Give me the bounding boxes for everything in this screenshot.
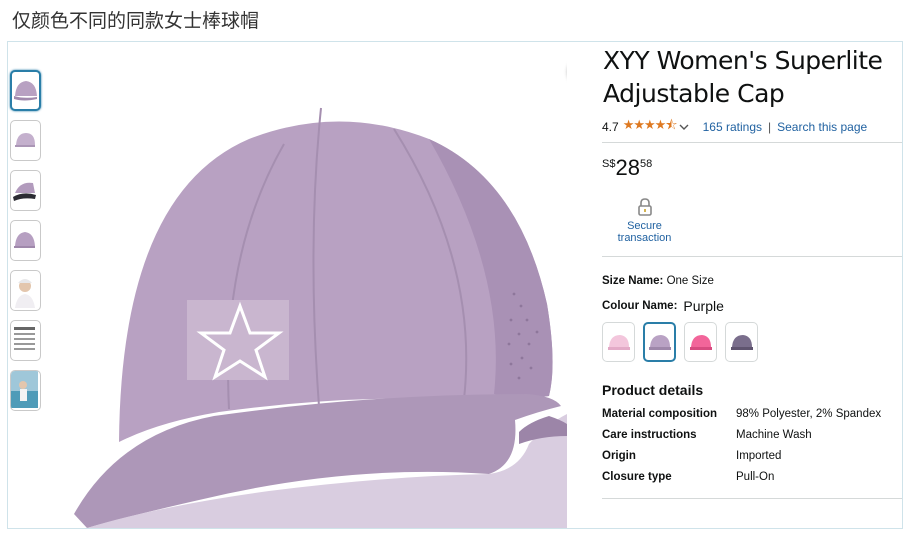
secure-transaction[interactable]: Secure transaction: [602, 197, 687, 244]
star-rating[interactable]: ★★★★⯪: [623, 116, 678, 138]
rating-row: 4.7 ★★★★⯪ 165 ratings | Search this page: [602, 116, 902, 138]
product-details-table: Material composition 98% Polyester, 2% S…: [602, 408, 881, 492]
divider: [602, 256, 902, 257]
detail-row: Origin Imported: [602, 450, 881, 471]
swatch-purple[interactable]: [643, 322, 676, 362]
size-label: Size Name:: [602, 275, 664, 287]
search-page-link[interactable]: Search this page: [777, 120, 867, 134]
detail-value: 98% Polyester, 2% Spandex: [736, 408, 882, 420]
thumbnail-cap-side[interactable]: [10, 120, 41, 161]
price-cents: 58: [639, 158, 653, 170]
colour-swatches: [602, 322, 902, 362]
price: S$ 28 58: [602, 155, 902, 181]
product-info: XYY Women's Superlite Adjustable Cap 4.7…: [602, 42, 902, 499]
chevron-down-icon[interactable]: [679, 123, 689, 131]
colour-row: Colour Name: Purple: [602, 298, 902, 314]
thumbnail-cap-front[interactable]: [10, 70, 41, 111]
secure-label-line-1: Secure: [627, 220, 662, 232]
main-product-image[interactable]: [49, 44, 567, 528]
size-row: Size Name: One Size: [602, 275, 902, 287]
thumbnail-cap-back[interactable]: [10, 220, 41, 261]
swatch-hot-pink[interactable]: [684, 322, 717, 362]
product-details-heading: Product details: [602, 382, 704, 398]
swatch-light-pink[interactable]: [602, 322, 635, 362]
rating-value: 4.7: [602, 120, 619, 134]
thumbnail-lifestyle[interactable]: [10, 370, 41, 411]
colour-label: Colour Name:: [602, 300, 678, 312]
product-panel: XYY Women's Superlite Adjustable Cap 4.7…: [7, 41, 903, 529]
detail-row: Material composition 98% Polyester, 2% S…: [602, 408, 881, 429]
lock-icon: [637, 198, 652, 216]
ratings-count-link[interactable]: 165 ratings: [703, 120, 762, 134]
product-title: XYY Women's Superlite Adjustable Cap: [603, 44, 902, 110]
detail-row: Closure type Pull-On: [602, 471, 881, 492]
detail-key: Material composition: [602, 408, 718, 420]
detail-row: Care instructions Machine Wash: [602, 429, 881, 450]
detail-value: Machine Wash: [736, 429, 812, 441]
swatch-dark-purple[interactable]: [725, 322, 758, 362]
size-value: One Size: [666, 275, 714, 287]
product-title-line-1: XYY Women's Superlite: [603, 46, 883, 75]
secure-label-line-2: transaction: [617, 232, 672, 244]
divider: [602, 498, 902, 499]
thumbnail-cap-underside[interactable]: [10, 170, 41, 211]
detail-value: Pull-On: [736, 471, 775, 483]
detail-key: Care instructions: [602, 429, 697, 441]
detail-key: Closure type: [602, 471, 672, 483]
price-whole: 28: [615, 155, 640, 180]
detail-value: Imported: [736, 450, 782, 462]
price-currency: S$: [602, 158, 616, 170]
thumbnail-list: [10, 70, 44, 420]
detail-key: Origin: [602, 450, 636, 462]
product-title-line-2: Adjustable Cap: [603, 79, 785, 108]
thumbnail-size-chart[interactable]: [10, 320, 41, 361]
page-caption: 仅颜色不同的同款女士棒球帽: [12, 10, 260, 32]
thumbnail-model-wearing[interactable]: [10, 270, 41, 311]
colour-value: Purple: [683, 298, 724, 314]
divider: [602, 142, 902, 143]
link-separator: |: [768, 120, 772, 134]
